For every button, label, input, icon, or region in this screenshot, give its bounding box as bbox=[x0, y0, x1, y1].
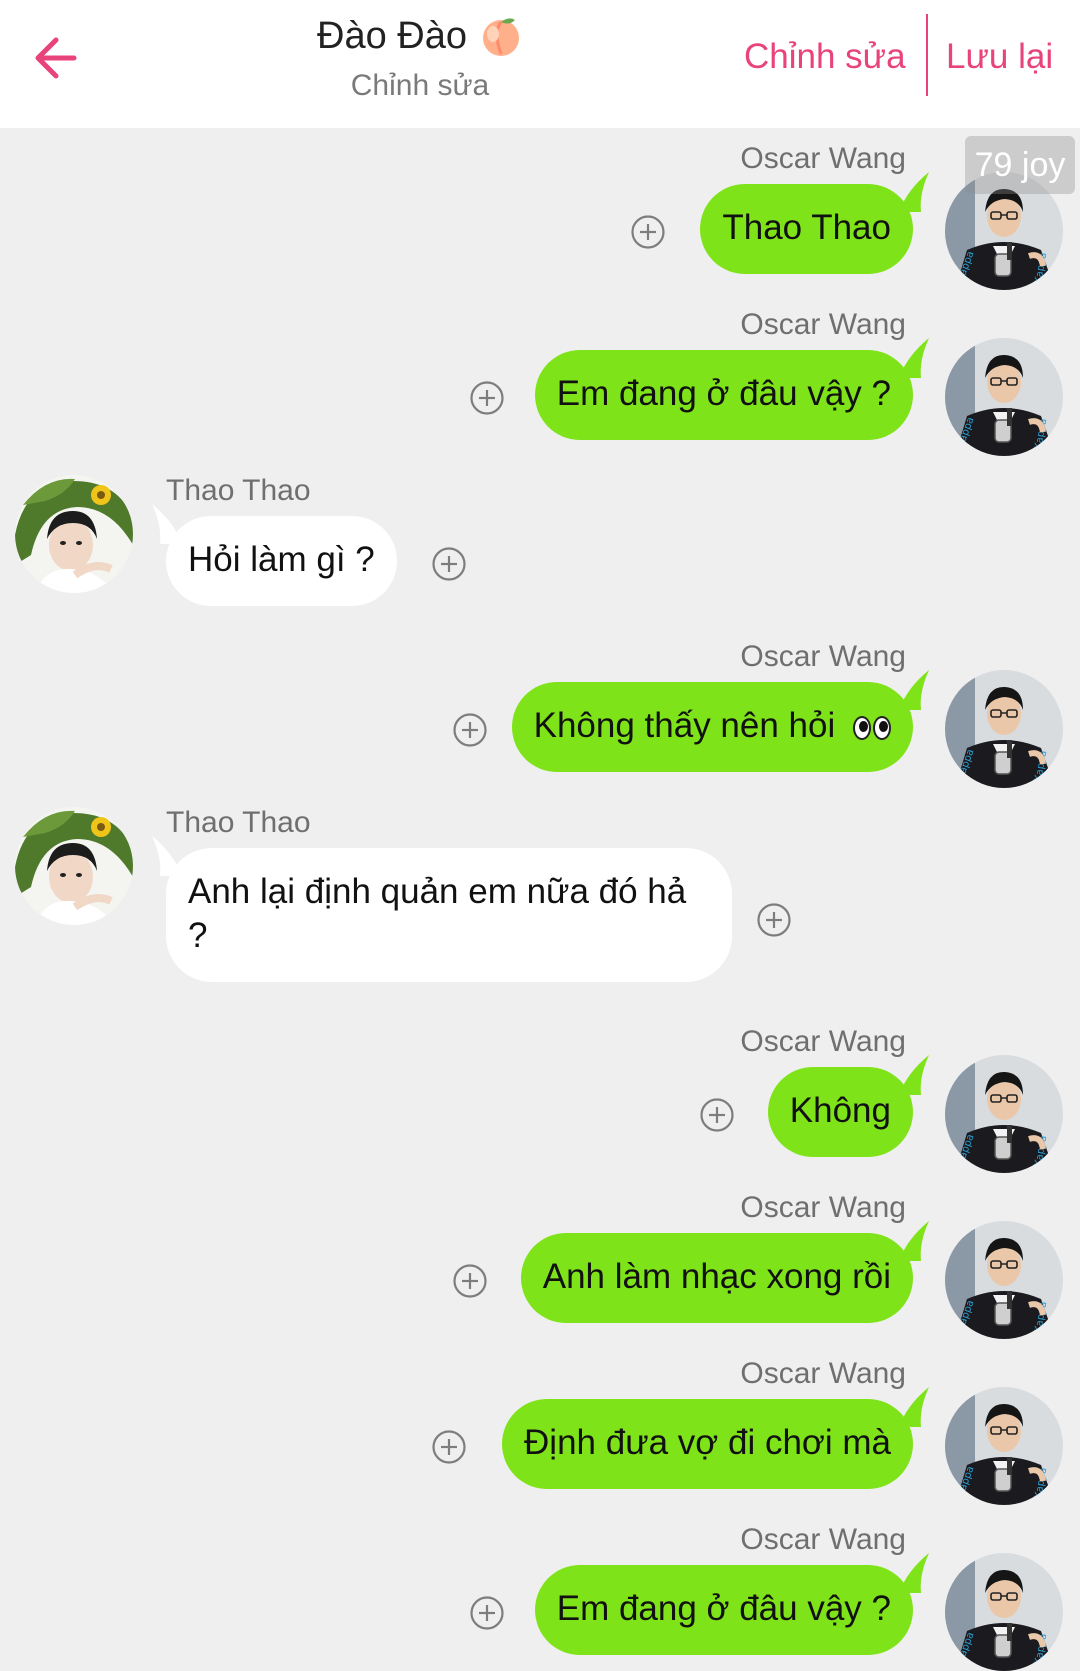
avatar-oscar-wang[interactable] bbox=[945, 1387, 1063, 1505]
message-row: Oscar Wang Em đang ở đâu vậy ? bbox=[0, 306, 1080, 456]
sender-name: Oscar Wang bbox=[740, 1357, 906, 1390]
message-text: Định đưa vợ đi chơi mà bbox=[524, 1423, 891, 1462]
message-row: Oscar Wang Anh làm nhạc xong rồi bbox=[0, 1189, 1080, 1339]
message-bubble[interactable]: Thao Thao bbox=[700, 184, 913, 274]
add-reaction-icon[interactable] bbox=[630, 214, 666, 250]
bubble-tail bbox=[899, 1553, 929, 1593]
message-bubble[interactable]: Hỏi làm gì ? bbox=[166, 516, 397, 606]
sender-name: Oscar Wang bbox=[740, 1025, 906, 1058]
add-reaction-icon[interactable] bbox=[756, 902, 792, 938]
message-row: Oscar Wang Em đang ở đâu vậy ? bbox=[0, 1521, 1080, 1663]
avatar-thao-thao[interactable] bbox=[15, 807, 133, 925]
bubble-tail bbox=[899, 338, 929, 378]
message-row: Oscar Wang Không thấy nên hỏi bbox=[0, 638, 1080, 788]
avatar-oscar-wang[interactable] bbox=[945, 1055, 1063, 1173]
bubble-tail bbox=[899, 670, 929, 710]
message-text: Thao Thao bbox=[722, 208, 891, 247]
sender-name: Thao Thao bbox=[166, 474, 311, 507]
eyes-icon bbox=[853, 715, 891, 740]
message-text: Hỏi làm gì ? bbox=[188, 540, 375, 579]
message-text: Anh làm nhạc xong rồi bbox=[542, 1257, 891, 1296]
avatar-oscar-wang[interactable] bbox=[945, 1221, 1063, 1339]
message-row: Thao Thao Hỏi làm gì ? bbox=[0, 472, 1080, 622]
bubble-tail bbox=[899, 1055, 929, 1095]
avatar-oscar-wang[interactable] bbox=[945, 670, 1063, 788]
sender-name: Oscar Wang bbox=[740, 308, 906, 341]
edit-button[interactable]: Chỉnh sửa bbox=[744, 32, 906, 82]
message-bubble[interactable]: Anh làm nhạc xong rồi bbox=[520, 1233, 913, 1323]
header-divider bbox=[926, 14, 928, 96]
bubble-tail bbox=[899, 172, 929, 212]
message-row: Thao Thao Anh lại định quản em nữa đó hả… bbox=[0, 804, 1080, 994]
avatar-oscar-wang[interactable] bbox=[945, 1553, 1063, 1671]
message-bubble[interactable]: Em đang ở đâu vậy ? bbox=[534, 350, 913, 440]
message-bubble[interactable]: Định đưa vợ đi chơi mà bbox=[502, 1399, 913, 1489]
message-row: Oscar Wang Định đưa vợ đi chơi mà bbox=[0, 1355, 1080, 1505]
message-text: Em đang ở đâu vậy ? bbox=[556, 374, 891, 413]
add-reaction-icon[interactable] bbox=[469, 380, 505, 416]
add-reaction-icon[interactable] bbox=[699, 1097, 735, 1133]
chat-subtitle: Chỉnh sửa bbox=[350, 69, 490, 102]
message-text: Không bbox=[789, 1091, 891, 1130]
chat-title-block: Đào Đào Chỉnh sửa bbox=[240, 10, 600, 106]
add-reaction-icon[interactable] bbox=[469, 1595, 505, 1631]
bubble-tail bbox=[152, 504, 182, 544]
add-reaction-icon[interactable] bbox=[452, 712, 488, 748]
bubble-tail bbox=[152, 836, 182, 876]
watermark-badge: 79 joy bbox=[965, 136, 1075, 194]
chat-header: Đào Đào Chỉnh sửa Chỉnh sửa Lưu lại bbox=[0, 0, 1080, 128]
chat-title-text: Đào Đào bbox=[317, 15, 467, 57]
sender-name: Thao Thao bbox=[166, 806, 311, 839]
message-row: Oscar Wang Không bbox=[0, 1023, 1080, 1173]
message-text: Anh lại định quản em nữa đó hả ? bbox=[188, 872, 687, 955]
message-row: Oscar Wang Thao Thao bbox=[0, 140, 1080, 290]
chat-title: Đào Đào bbox=[317, 10, 523, 62]
avatar-thao-thao[interactable] bbox=[15, 475, 133, 593]
avatar-oscar-wang[interactable] bbox=[945, 338, 1063, 456]
sender-name: Oscar Wang bbox=[740, 142, 906, 175]
message-bubble[interactable]: Anh lại định quản em nữa đó hả ? bbox=[166, 848, 732, 982]
message-text: Em đang ở đâu vậy ? bbox=[556, 1589, 891, 1628]
sender-name: Oscar Wang bbox=[740, 1191, 906, 1224]
back-button[interactable] bbox=[28, 28, 88, 88]
add-reaction-icon[interactable] bbox=[431, 546, 467, 582]
sender-name: Oscar Wang bbox=[740, 1523, 906, 1556]
message-bubble[interactable]: Em đang ở đâu vậy ? bbox=[534, 1565, 913, 1655]
peach-icon bbox=[482, 18, 519, 56]
arrow-left-icon bbox=[35, 37, 77, 79]
message-bubble[interactable]: Không thấy nên hỏi bbox=[511, 682, 913, 772]
add-reaction-icon[interactable] bbox=[431, 1429, 467, 1465]
add-reaction-icon[interactable] bbox=[452, 1263, 488, 1299]
save-button[interactable]: Lưu lại bbox=[946, 32, 1053, 82]
bubble-tail bbox=[899, 1387, 929, 1427]
bubble-tail bbox=[899, 1221, 929, 1261]
sender-name: Oscar Wang bbox=[740, 640, 906, 673]
message-text: Không thấy nên hỏi bbox=[533, 706, 836, 745]
message-bubble[interactable]: Không bbox=[767, 1067, 913, 1157]
